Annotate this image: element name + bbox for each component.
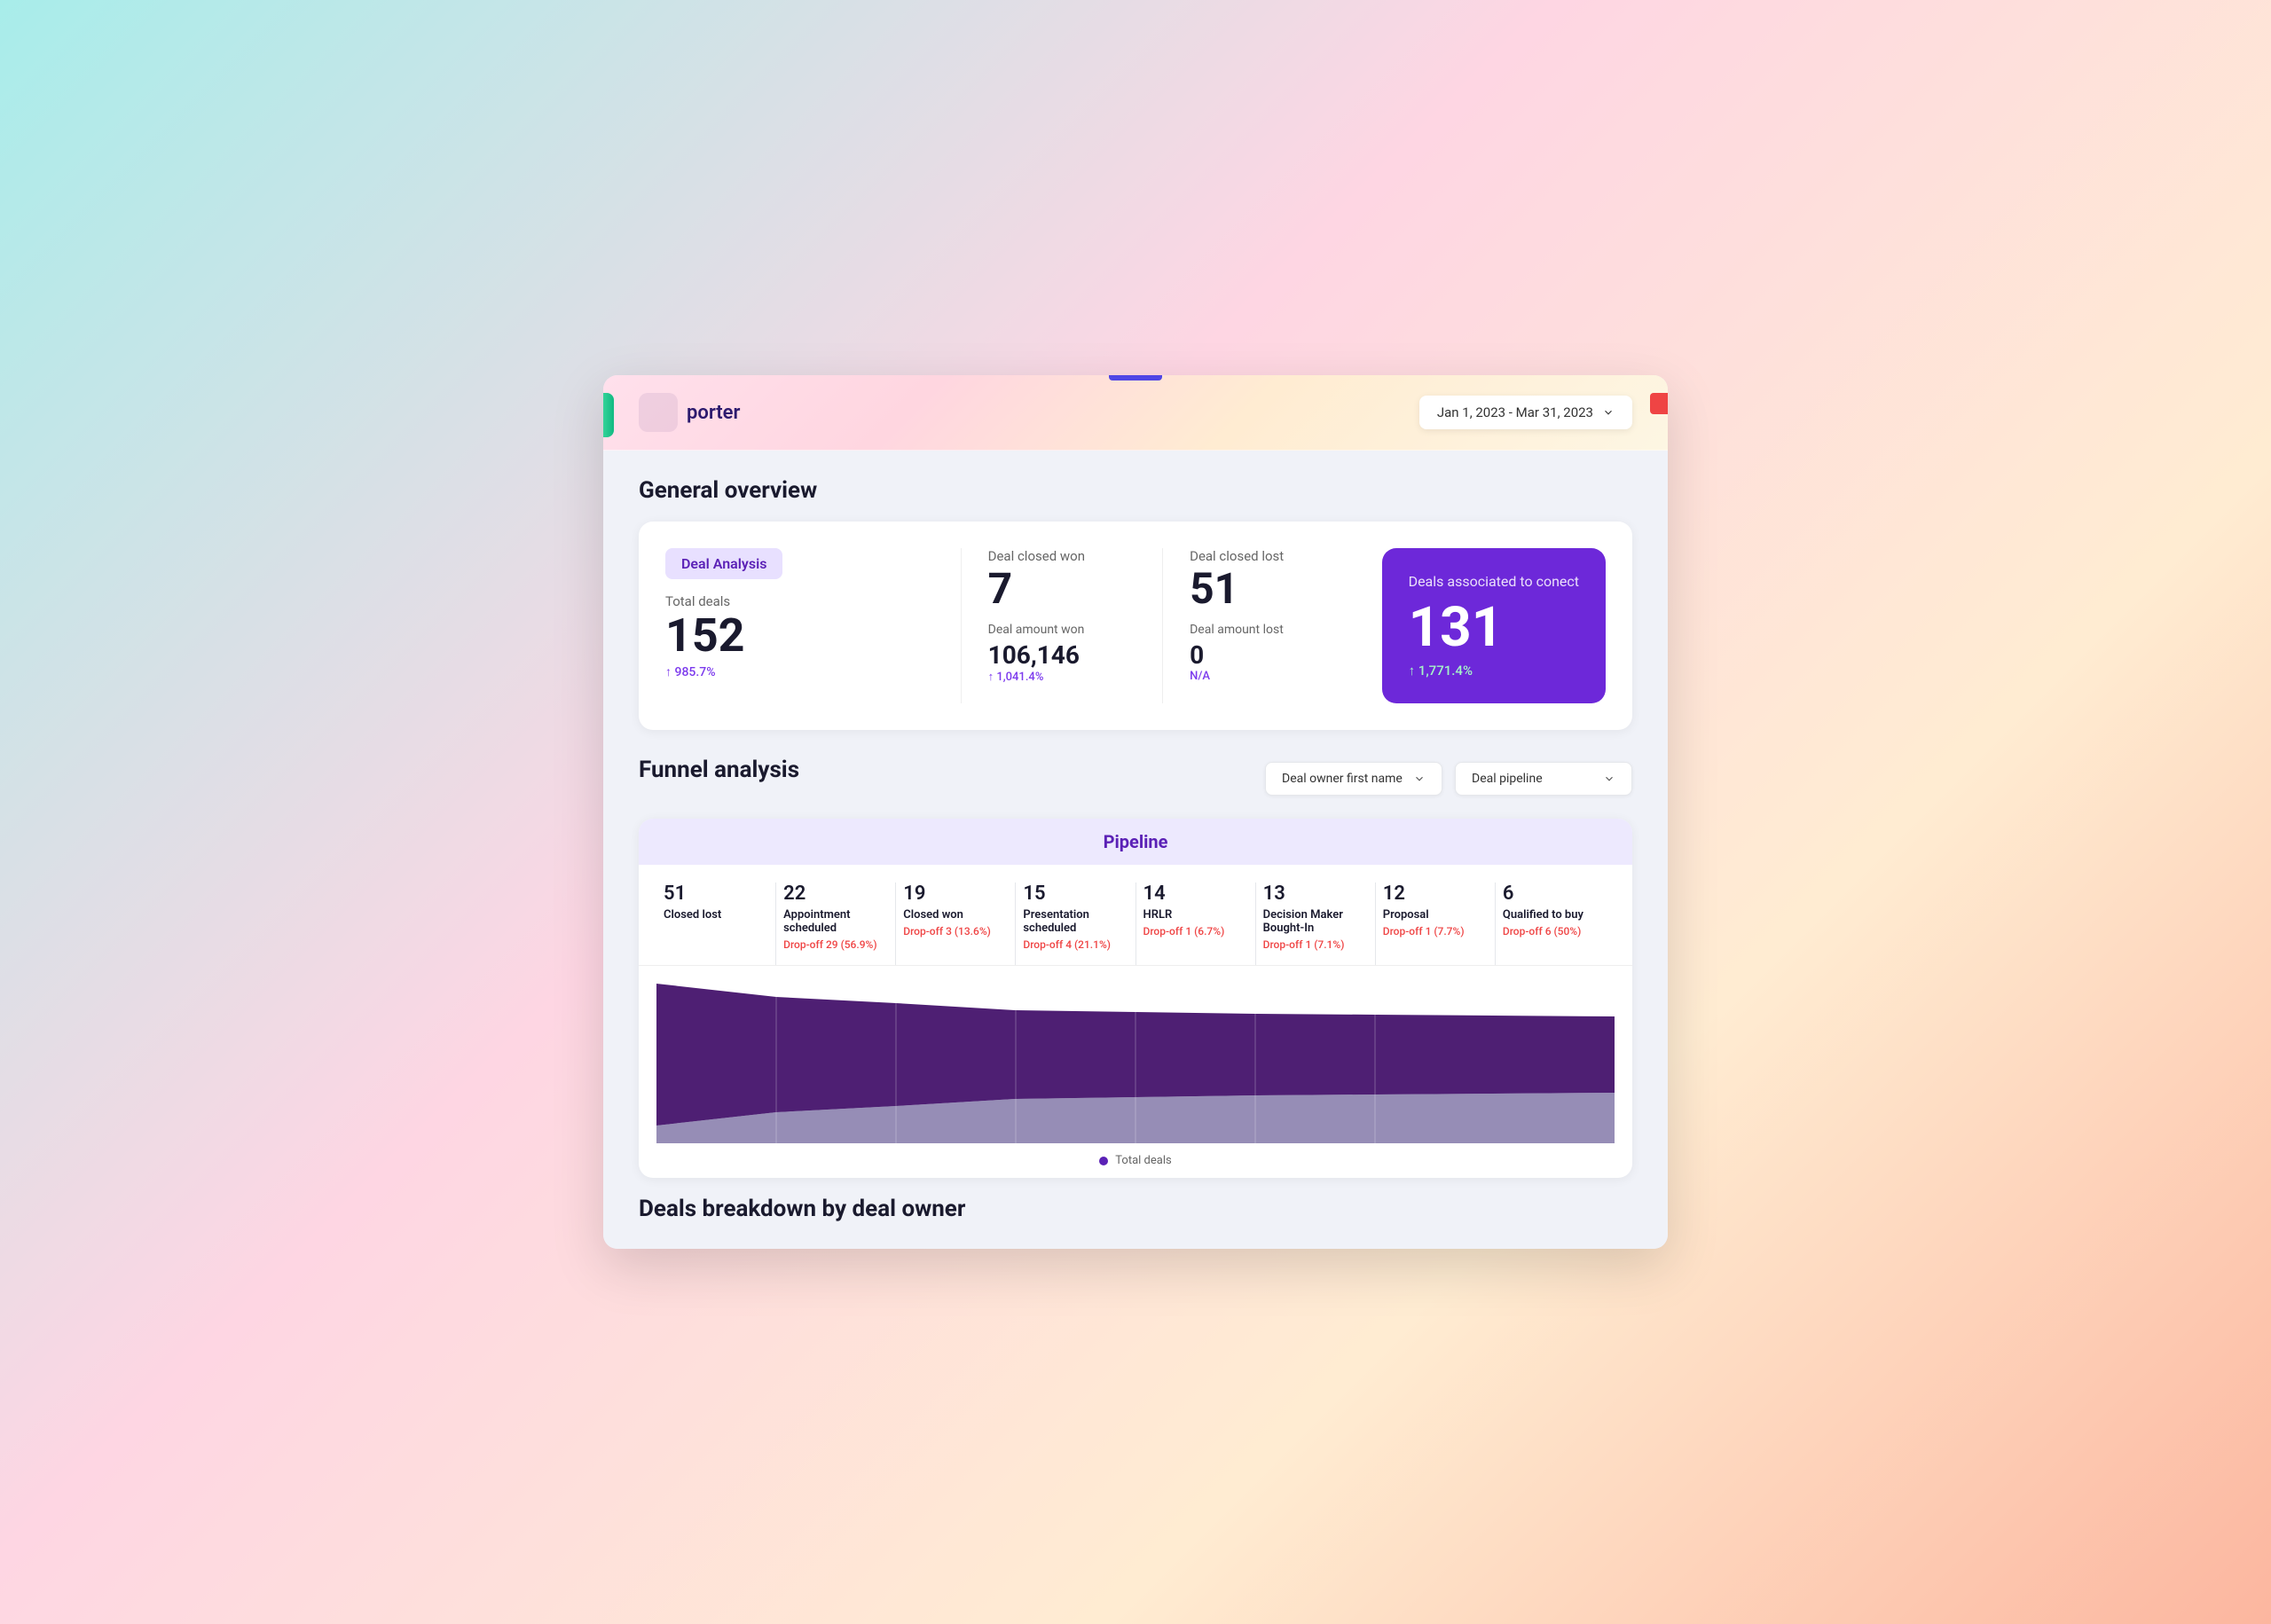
deal-amount-won-value: 106,146 xyxy=(988,640,1136,670)
stage-dropoff-8: Drop-off 6 (50%) xyxy=(1503,925,1607,938)
pipeline-stage-4: 15 Presentation scheduled Drop-off 4 (21… xyxy=(1016,883,1136,965)
stage-name-7: Proposal xyxy=(1383,908,1488,922)
stage-dropoff-7: Drop-off 1 (7.7%) xyxy=(1383,925,1488,938)
deal-owner-filter-label: Deal owner first name xyxy=(1282,772,1403,786)
pipeline-stage-5: 14 HRLR Drop-off 1 (6.7%) xyxy=(1136,883,1256,965)
total-deals-change: 985.7% xyxy=(665,664,934,679)
deal-closed-won-value: 7 xyxy=(988,568,1136,610)
associated-deals-change: ↑ 1,771.4% xyxy=(1409,663,1579,679)
deal-closed-lost-column: Deal closed lost 51 Deal amount lost 0 N… xyxy=(1163,548,1363,703)
overview-card: Deal Analysis Total deals 152 985.7% Dea… xyxy=(639,522,1632,730)
stage-count-1: 51 xyxy=(664,883,768,905)
deal-amount-lost-sub: N/A xyxy=(1190,670,1337,683)
associated-deals-title: Deals associated to conect xyxy=(1409,573,1579,590)
deal-amount-lost-label: Deal amount lost xyxy=(1190,623,1337,637)
funnel-filters: Deal owner first name Deal pipeline xyxy=(1265,762,1632,796)
stage-count-2: 22 xyxy=(783,883,888,905)
date-range-picker[interactable]: Jan 1, 2023 - Mar 31, 2023 xyxy=(1419,396,1632,429)
pipeline-stage-2: 22 Appointment scheduled Drop-off 29 (56… xyxy=(776,883,896,965)
pipeline-stage-6: 13 Decision Maker Bought-In Drop-off 1 (… xyxy=(1256,883,1376,965)
deal-amount-won-label: Deal amount won xyxy=(988,623,1136,637)
stage-name-4: Presentation scheduled xyxy=(1023,908,1128,935)
pipeline-stage-8: 6 Qualified to buy Drop-off 6 (50%) xyxy=(1496,883,1615,965)
deal-pipeline-filter-label: Deal pipeline xyxy=(1472,772,1543,786)
chevron-down-icon xyxy=(1603,773,1615,785)
associated-deals-card: Deals associated to conect 131 ↑ 1,771.4… xyxy=(1382,548,1606,703)
stage-name-2: Appointment scheduled xyxy=(783,908,888,935)
chevron-down-icon xyxy=(1413,773,1426,785)
deal-owner-filter[interactable]: Deal owner first name xyxy=(1265,762,1442,796)
stage-count-6: 13 xyxy=(1263,883,1368,905)
legend-label: Total deals xyxy=(1115,1154,1171,1167)
stage-count-7: 12 xyxy=(1383,883,1488,905)
stage-dropoff-6: Drop-off 1 (7.1%) xyxy=(1263,938,1368,951)
deal-amount-lost-value: 0 xyxy=(1190,640,1337,670)
funnel-visual xyxy=(656,966,1615,1143)
stage-dropoff-2: Drop-off 29 (56.9%) xyxy=(783,938,888,951)
stage-count-8: 6 xyxy=(1503,883,1607,905)
stage-name-6: Decision Maker Bought-In xyxy=(1263,908,1368,935)
associated-deals-value: 131 xyxy=(1409,600,1579,655)
logo-text: porter xyxy=(687,402,740,424)
pipeline-stage-1: 51 Closed lost xyxy=(656,883,776,965)
date-range-value: Jan 1, 2023 - Mar 31, 2023 xyxy=(1437,404,1593,420)
funnel-section-header: Funnel analysis Deal owner first name De… xyxy=(639,757,1632,801)
total-deals-label: Total deals xyxy=(665,593,934,609)
middle-stats: Deal closed won 7 Deal amount won 106,14… xyxy=(962,548,1364,703)
stage-name-3: Closed won xyxy=(903,908,1008,922)
app-header: 🦄 porter Jan 1, 2023 - Mar 31, 2023 xyxy=(603,375,1668,451)
general-overview-title: General overview xyxy=(639,477,1632,504)
stage-name-1: Closed lost xyxy=(664,908,768,922)
funnel-analysis-title: Funnel analysis xyxy=(639,757,799,783)
pipeline-card: Pipeline 51 Closed lost 22 Appointment s… xyxy=(639,819,1632,1178)
pipeline-stage-3: 19 Closed won Drop-off 3 (13.6%) xyxy=(896,883,1016,965)
stage-dropoff-4: Drop-off 4 (21.1%) xyxy=(1023,938,1128,951)
legend-dot xyxy=(1099,1157,1108,1165)
stage-count-4: 15 xyxy=(1023,883,1128,905)
deal-closed-lost-value: 51 xyxy=(1190,568,1337,610)
deal-amount-won-change: ↑ 1,041.4% xyxy=(988,670,1136,684)
deal-closed-lost-label: Deal closed lost xyxy=(1190,548,1337,564)
porter-logo-icon: 🦄 xyxy=(639,393,678,432)
logo: 🦄 porter xyxy=(639,393,740,432)
total-deals-value: 152 xyxy=(665,613,934,659)
stage-dropoff-5: Drop-off 1 (6.7%) xyxy=(1143,925,1248,938)
pipeline-header: Pipeline xyxy=(639,819,1632,865)
pipeline-stage-7: 12 Proposal Drop-off 1 (7.7%) xyxy=(1376,883,1496,965)
deal-closed-won-column: Deal closed won 7 Deal amount won 106,14… xyxy=(962,548,1163,703)
deal-analysis-badge: Deal Analysis xyxy=(665,548,782,579)
main-content: General overview Deal Analysis Total dea… xyxy=(603,451,1668,1249)
pipeline-stages: 51 Closed lost 22 Appointment scheduled … xyxy=(639,865,1632,966)
deal-pipeline-filter[interactable]: Deal pipeline xyxy=(1455,762,1632,796)
chevron-down-icon xyxy=(1602,406,1615,419)
funnel-chart xyxy=(656,966,1615,1143)
stage-count-5: 14 xyxy=(1143,883,1248,905)
deals-breakdown-title: Deals breakdown by deal owner xyxy=(639,1196,1632,1222)
stage-count-3: 19 xyxy=(903,883,1008,905)
pipeline-legend: Total deals xyxy=(639,1143,1632,1178)
deal-analysis-section: Deal Analysis Total deals 152 985.7% xyxy=(665,548,962,703)
stage-name-5: HRLR xyxy=(1143,908,1248,922)
stage-dropoff-3: Drop-off 3 (13.6%) xyxy=(903,925,1008,938)
deal-closed-won-label: Deal closed won xyxy=(988,548,1136,564)
stage-name-8: Qualified to buy xyxy=(1503,908,1607,922)
